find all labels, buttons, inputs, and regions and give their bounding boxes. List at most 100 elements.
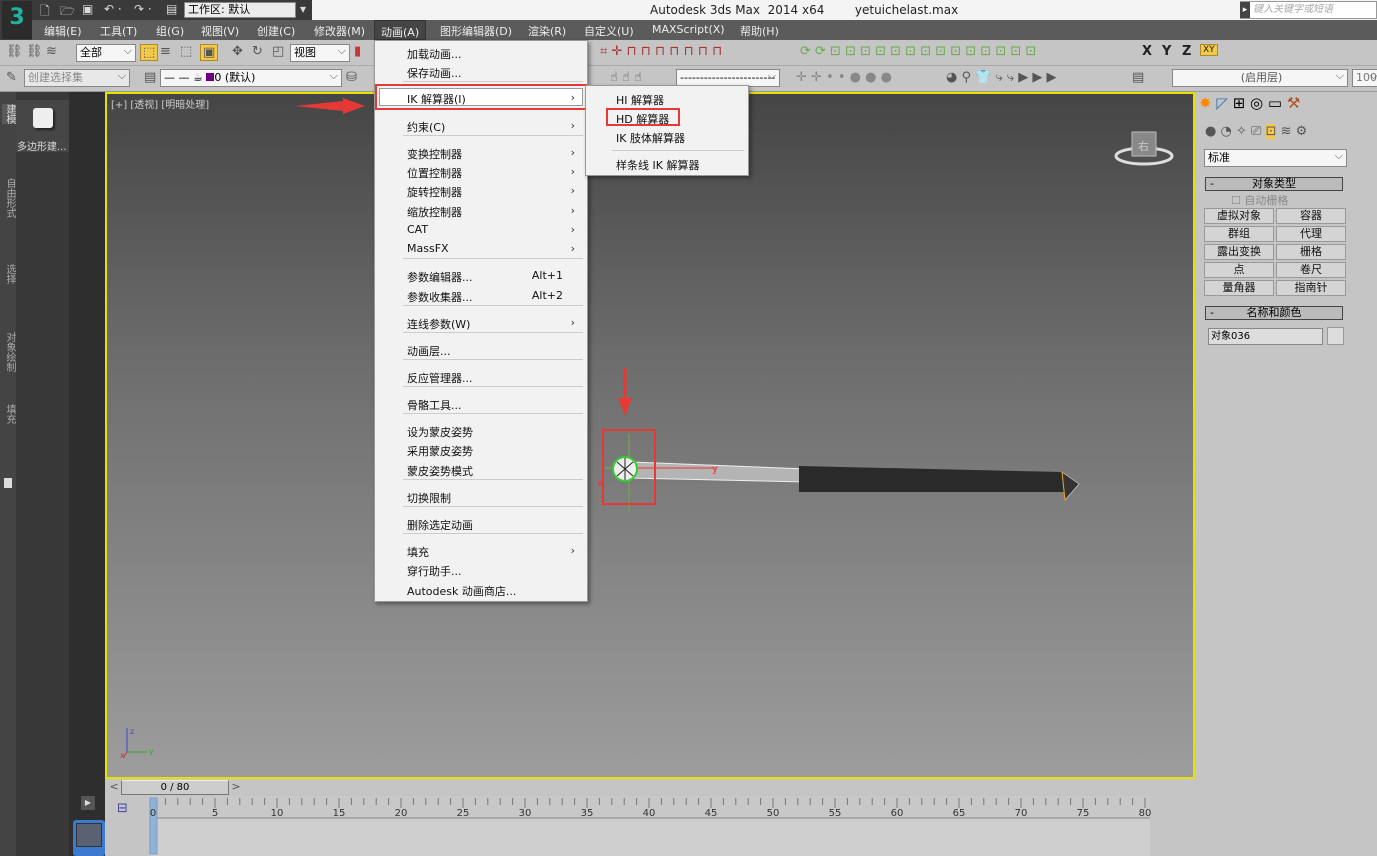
hierarchy-tab-icon[interactable]: ⊞ (1233, 94, 1246, 112)
viewcube[interactable]: 右 (1114, 131, 1174, 166)
menu-item-cat[interactable]: CAT › (377, 220, 585, 239)
next-frame-button[interactable]: > (229, 780, 243, 795)
project-folder-icon[interactable]: ▤ (166, 2, 177, 16)
menu-item-toggle-limits[interactable]: 切换限制 (377, 487, 585, 506)
layer-tools-icon[interactable]: ⛁ (346, 70, 357, 85)
scale-icon[interactable]: ◰ (272, 44, 284, 59)
tab-modeling[interactable]: 建模 (2, 104, 17, 124)
save-icon[interactable]: ▣ (82, 2, 93, 16)
menu-item-scale-controllers[interactable]: 缩放控制器 › (377, 201, 585, 220)
expose-tm-button[interactable]: 露出变换 (1204, 244, 1274, 260)
menu-tools[interactable]: 工具(T) (100, 23, 137, 39)
menu-item-set-as-skin-pose[interactable]: 设为蒙皮姿势 (377, 421, 585, 440)
move-icon[interactable]: ✥ (232, 44, 243, 59)
expand-trackbar-icon[interactable]: ▶ (81, 796, 95, 810)
select-by-name-icon[interactable]: ≡ (160, 44, 171, 59)
menu-group[interactable]: 组(G) (156, 23, 184, 39)
selection-set-icons[interactable]: ☝ ☝ ☝ (610, 70, 642, 85)
menu-create[interactable]: 创建(C) (257, 23, 295, 39)
menu-item-spline-ik-solver[interactable]: 样条线 IK 解算器 (616, 157, 699, 173)
geometry-icon[interactable]: ● (1205, 124, 1216, 139)
auto-grid-checkbox[interactable]: ☐ 自动栅格 (1231, 192, 1288, 208)
menu-edit[interactable]: 编辑(E) (44, 23, 82, 39)
layer-manager-icon[interactable]: ▤ (144, 70, 156, 85)
menu-item-delete-selected-animation[interactable]: 删除选定动画 (377, 514, 585, 533)
rollout-name-color[interactable]: - 名称和颜色 (1205, 306, 1343, 320)
menu-item-parameter-collector[interactable]: 参数收集器... Alt+2 (377, 286, 585, 305)
menu-item-transform-controllers[interactable]: 变换控制器 › (377, 143, 585, 162)
motion-tab-icon[interactable]: ◎ (1250, 94, 1263, 112)
mini-curve-editor-button[interactable] (73, 820, 105, 856)
menu-item-parameter-editor[interactable]: 参数编辑器... Alt+1 (377, 266, 585, 285)
tab-selection[interactable]: 选择 (2, 264, 17, 284)
menu-item-skin-pose-mode[interactable]: 蒙皮姿势模式 (377, 460, 585, 479)
menu-item-assume-skin-pose[interactable]: 采用蒙皮姿势 (377, 440, 585, 459)
rollout-object-type[interactable]: - 对象类型 (1205, 177, 1343, 191)
tab-freeform[interactable]: 自由形式 (2, 178, 17, 218)
value-input[interactable]: 100.0 (1352, 68, 1377, 87)
category-dropdown[interactable]: 标准 (1204, 148, 1347, 167)
axis-x-button[interactable]: X (1142, 44, 1152, 59)
redo-icon[interactable]: ↷ · (134, 2, 152, 16)
menu-item-position-controllers[interactable]: 位置控制器 › (377, 162, 585, 181)
rect-selection-icon[interactable]: ⬚ (180, 44, 192, 59)
menu-item-animation-layers[interactable]: 动画层... (377, 340, 585, 359)
space-warps-icon[interactable]: ≋ (1281, 124, 1292, 139)
menu-item-ik-solvers[interactable]: IK 解算器(I) › (375, 84, 587, 110)
menu-item-save-animation[interactable]: 保存动画... (377, 62, 585, 81)
container-button[interactable]: 容器 (1276, 208, 1346, 224)
time-slider[interactable]: 0 / 80 (121, 780, 229, 795)
menu-item-wire-parameters[interactable]: 连线参数(W) › (377, 313, 585, 332)
constraint-icons[interactable]: ⟳ ⟳ ⊡ ⊡ ⊡ ⊡ ⊡ ⊡ ⊡ ⊡ ⊡ ⊡ ⊡ ⊡ ⊡ ⊡ (800, 44, 1036, 59)
menu-item-bone-tools[interactable]: 骨骼工具... (377, 394, 585, 413)
display-tab-icon[interactable]: ▭ (1268, 94, 1282, 112)
customize-toolbar-icon[interactable]: ▾ (300, 2, 306, 16)
snap-icons[interactable]: ⌗ ✛ ⊓ ⊓ ⊓ ⊓ ⊓ ⊓ ⊓ (600, 44, 722, 59)
menu-animation[interactable]: 动画(A) (374, 20, 427, 40)
cameras-icon[interactable]: ⎚ (1251, 124, 1261, 139)
tape-button[interactable]: 卷尺 (1276, 262, 1346, 278)
polygon-modeling-item[interactable]: 多边形建... (16, 100, 69, 153)
menu-item-reaction-manager[interactable]: 反应管理器... (377, 367, 585, 386)
utilities-tab-icon[interactable]: ⚒ (1287, 94, 1300, 112)
perspective-viewport[interactable]: [+] [透视] [明暗处理] 右 y x zyx (105, 92, 1195, 779)
lights-icon[interactable]: ✧ (1236, 124, 1247, 139)
compass-button[interactable]: 指南针 (1276, 280, 1346, 296)
menu-graph-editors[interactable]: 图形编辑器(D) (440, 23, 512, 39)
menu-item-ik-limb-solver[interactable]: IK 肢体解算器 (616, 130, 685, 146)
current-frame-marker[interactable] (149, 797, 158, 855)
trackbar[interactable]: 0 5 10 15 20 25 30 35 40 45 50 55 60 65 70 75 80 (105, 796, 1195, 856)
menu-views[interactable]: 视图(V) (201, 23, 239, 39)
ribbon-toggle-icon[interactable] (4, 478, 12, 488)
grid-button[interactable]: 栅格 (1276, 244, 1346, 260)
primitive-shortcut-icons[interactable]: ✛ ✛ • • ● ● ● (796, 70, 892, 85)
menu-item-hi-solver[interactable]: HI 解算器 (616, 92, 664, 108)
select-object-icon[interactable]: ⬚ (140, 44, 159, 61)
unlink-icon[interactable]: ⛓ (26, 44, 43, 59)
systems-icon[interactable]: ⚙ (1296, 124, 1308, 139)
menu-help[interactable]: 帮助(H) (740, 23, 779, 39)
menu-rendering[interactable]: 渲染(R) (528, 23, 566, 39)
object-name-input[interactable]: 对象036 (1208, 328, 1323, 345)
menu-item-populate[interactable]: 填充 › (377, 541, 585, 560)
undo-icon[interactable]: ↶ · (104, 2, 122, 16)
menu-item-walkthrough-assistant[interactable]: 穿行助手... (377, 560, 585, 579)
window-crossing-icon[interactable]: ▣ (200, 44, 219, 61)
link-icon[interactable]: ⛓ (6, 44, 23, 59)
menu-item-autodesk-animation-store[interactable]: Autodesk 动画商店... (377, 580, 585, 599)
menu-item-massfx[interactable]: MassFX › (377, 239, 585, 258)
render-icons[interactable]: ◕ ⚲ 👕 ⤷ ⤷ ▶ ▶ ▶ (946, 70, 1057, 85)
dummy-button[interactable]: 虚拟对象 (1204, 208, 1274, 224)
modify-tab-icon[interactable]: ◸ (1216, 94, 1228, 112)
menu-item-rotation-controllers[interactable]: 旋转控制器 › (377, 181, 585, 200)
workspace-dropdown[interactable]: 工作区: 默认 (184, 2, 296, 18)
pivot-center-icon[interactable]: ▮ (354, 44, 361, 59)
edit-named-selection-icon[interactable]: ✎ (6, 70, 17, 85)
tab-object-paint[interactable]: 对象绘制 (2, 332, 17, 372)
search-input[interactable]: 键入关键字或短语 (1240, 1, 1377, 19)
rotate-icon[interactable]: ↻ (252, 44, 263, 59)
enabled-layer-dropdown[interactable]: (启用层) (1172, 68, 1348, 87)
reference-coord-dropdown[interactable]: 视图 (290, 43, 350, 62)
enabled-layer-icon[interactable]: ▤ (1132, 70, 1144, 85)
menu-maxscript[interactable]: MAXScript(X) (652, 23, 725, 36)
